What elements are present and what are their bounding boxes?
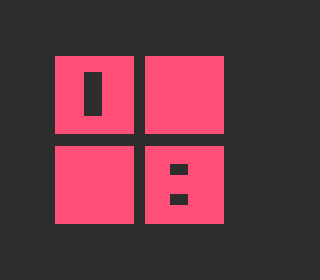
tile-bottom-left	[55, 146, 134, 224]
lower-block-cutout	[170, 194, 188, 205]
tile-top-left	[55, 56, 134, 134]
upper-block-cutout	[170, 164, 188, 175]
app-icon-canvas	[0, 0, 280, 280]
tile-top-right	[145, 56, 224, 134]
vertical-bar-cutout	[84, 72, 102, 116]
tile-bottom-right	[145, 146, 224, 224]
